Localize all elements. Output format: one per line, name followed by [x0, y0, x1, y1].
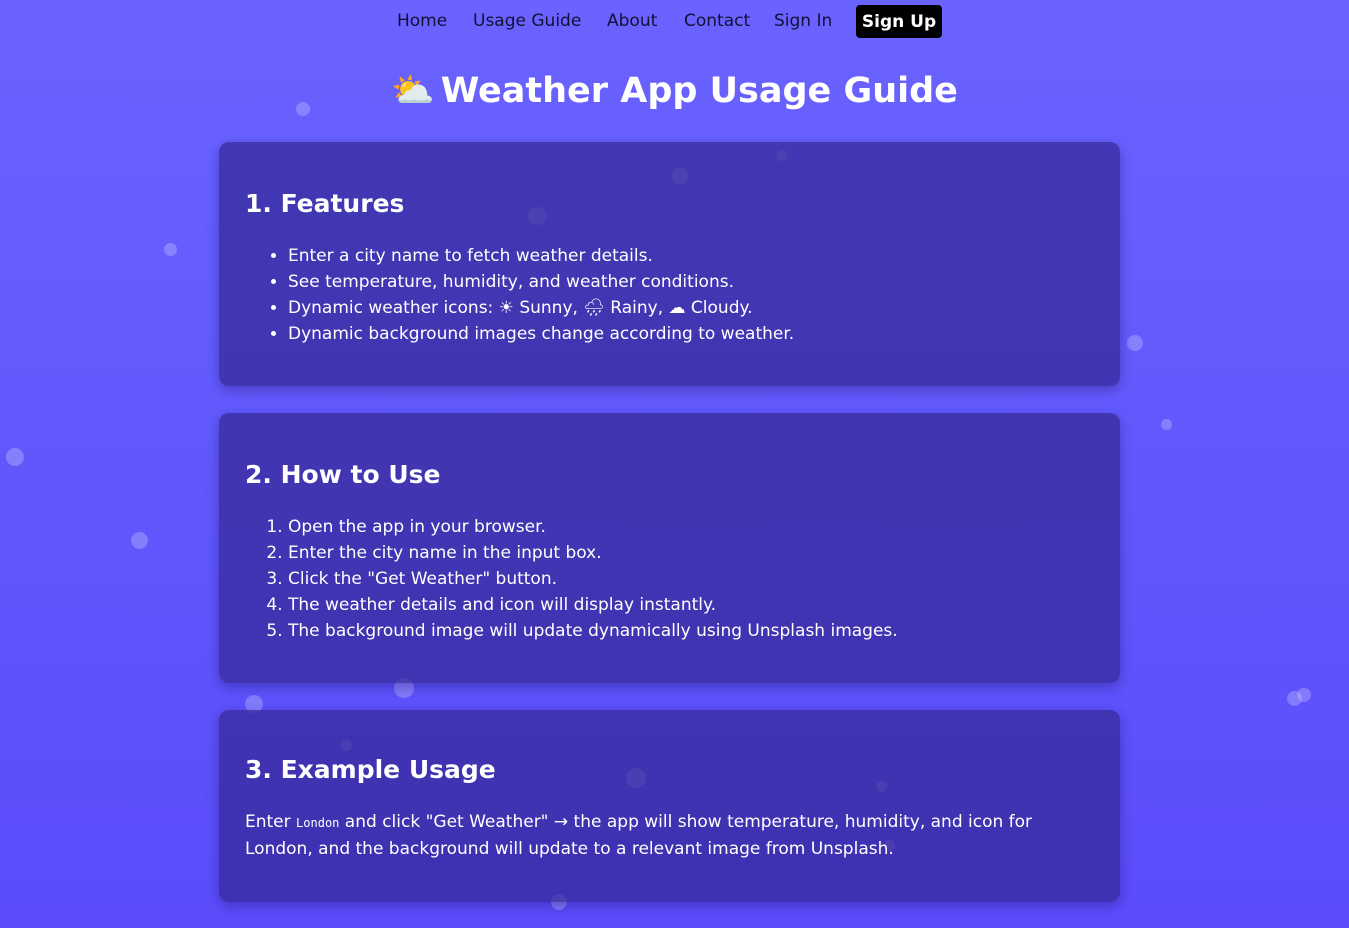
decorative-dot	[1297, 688, 1311, 702]
nav-sign-in-link[interactable]: Sign In	[774, 11, 832, 31]
how-to-use-heading: 2. How to Use	[245, 460, 441, 489]
example-text-before: Enter	[245, 812, 297, 832]
example-text-after: and click "Get Weather" → the app will s…	[245, 812, 1033, 859]
list-item: Open the app in your browser.	[288, 514, 1094, 540]
example-usage-heading: 3. Example Usage	[245, 755, 496, 784]
top-nav: Home Usage Guide About Contact Sign In S…	[0, 0, 1349, 44]
page-title: ⛅ Weather App Usage Guide	[0, 70, 1349, 111]
decorative-dot	[131, 532, 148, 549]
decorative-dot	[1127, 335, 1143, 351]
features-heading: 1. Features	[245, 189, 405, 218]
sign-up-button[interactable]: Sign Up	[856, 5, 942, 38]
decorative-dot	[164, 243, 177, 256]
list-item: The weather details and icon will displa…	[288, 592, 1094, 618]
decorative-dot	[6, 448, 24, 466]
list-item: Dynamic background images change accordi…	[288, 321, 1094, 347]
decorative-dot	[1161, 419, 1172, 430]
list-item: See temperature, humidity, and weather c…	[288, 269, 1094, 295]
list-item: Enter a city name to fetch weather detai…	[288, 243, 1094, 269]
list-item: Enter the city name in the input box.	[288, 540, 1094, 566]
how-to-use-steps: Open the app in your browser. Enter the …	[288, 514, 1094, 644]
example-usage-text: Enter London and click "Get Weather" → t…	[245, 809, 1094, 862]
nav-contact-link[interactable]: Contact	[684, 11, 750, 31]
nav-usage-guide-link[interactable]: Usage Guide	[473, 11, 581, 31]
list-item: Dynamic weather icons: ☀ Sunny, 🌧 Rainy,…	[288, 295, 1094, 321]
how-to-use-card: 2. How to Use Open the app in your brows…	[219, 413, 1120, 683]
features-list: Enter a city name to fetch weather detai…	[288, 243, 1094, 347]
sun-behind-cloud-icon: ⛅	[391, 71, 435, 111]
page-title-text: Weather App Usage Guide	[440, 71, 958, 111]
nav-home-link[interactable]: Home	[397, 11, 447, 31]
features-card: 1. Features Enter a city name to fetch w…	[219, 142, 1120, 386]
list-item: The background image will update dynamic…	[288, 618, 1094, 644]
list-item: Click the "Get Weather" button.	[288, 566, 1094, 592]
nav-about-link[interactable]: About	[607, 11, 657, 31]
example-city-code: London	[296, 816, 340, 830]
example-usage-card: 3. Example Usage Enter London and click …	[219, 710, 1120, 902]
